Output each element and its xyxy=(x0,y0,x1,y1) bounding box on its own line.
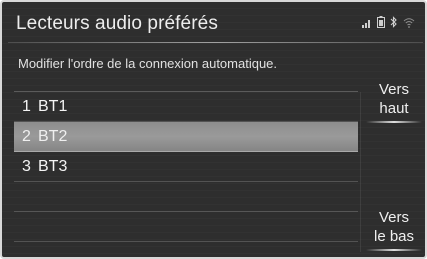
move-down-label-line1: Vers xyxy=(378,209,409,226)
device-row-bt2[interactable]: 2 BT2 xyxy=(14,122,358,152)
device-number: 3 xyxy=(22,157,31,175)
status-bar xyxy=(362,12,415,28)
move-down-label-line2: le bas xyxy=(373,228,415,245)
battery-icon xyxy=(377,16,385,28)
page-title: Lecteurs audio préférés xyxy=(16,13,218,34)
move-up-label-line1: Vers xyxy=(378,81,409,98)
move-down-button[interactable]: Vers le bas xyxy=(363,208,425,251)
button-column-divider xyxy=(360,92,361,252)
device-list: 1 BT1 2 BT2 3 BT3 xyxy=(14,92,358,242)
device-name: BT1 xyxy=(38,97,68,115)
signal-strength-icon xyxy=(362,20,370,28)
move-up-label-line2: haut xyxy=(379,100,409,117)
audio-device-screen: Lecteurs audio préférés Modifier l'ordre… xyxy=(0,0,427,259)
instruction-text: Modifier l'ordre de la connexion automat… xyxy=(18,56,278,71)
device-number: 1 xyxy=(22,97,31,115)
move-up-underline xyxy=(366,121,422,123)
device-name: BT3 xyxy=(38,157,68,175)
header-divider xyxy=(8,42,423,43)
wifi-icon xyxy=(403,18,415,28)
move-up-button[interactable]: Vers haut xyxy=(363,80,425,123)
device-row-bt1[interactable]: 1 BT1 xyxy=(14,92,358,122)
empty-list-slot xyxy=(14,212,358,242)
move-down-underline xyxy=(366,249,422,251)
device-name: BT2 xyxy=(38,127,68,145)
empty-list-slot xyxy=(14,182,358,212)
device-row-bt3[interactable]: 3 BT3 xyxy=(14,152,358,182)
device-number: 2 xyxy=(22,127,31,145)
bluetooth-icon xyxy=(390,16,397,28)
